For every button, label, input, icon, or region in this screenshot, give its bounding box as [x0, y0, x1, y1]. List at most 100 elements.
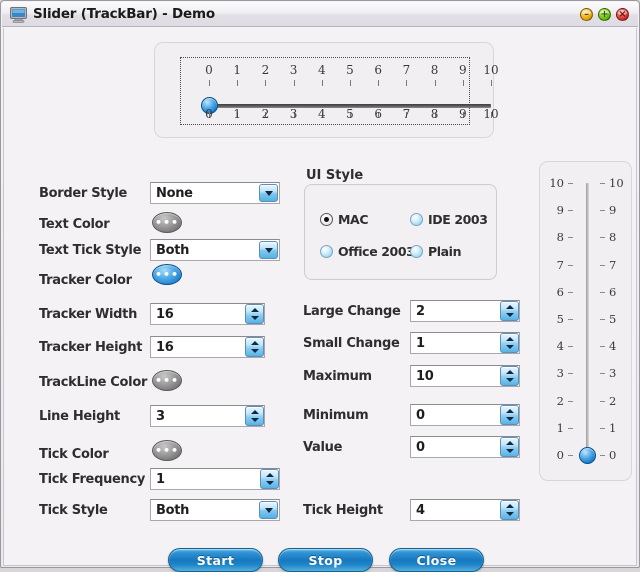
ellipsis-icon: ••• — [154, 373, 180, 387]
radio-mac[interactable]: MAC — [320, 212, 368, 227]
tick-mark-left — [568, 237, 573, 239]
tick-label-right: 9 — [609, 203, 617, 218]
tick-label-bottom: 1 — [233, 107, 241, 121]
label-large-change: Large Change — [303, 304, 401, 319]
tick-mark-right — [600, 264, 605, 266]
minimum-spinner[interactable]: 0 — [410, 404, 520, 426]
tick-label-right: 10 — [609, 176, 624, 190]
tick-mark-left — [568, 183, 573, 184]
tick-frequency-spinner[interactable]: 1 — [150, 468, 280, 490]
minimize-button[interactable]: – — [580, 8, 593, 21]
vertical-track[interactable] — [586, 183, 589, 455]
label-tracker-color: Tracker Color — [39, 273, 132, 288]
tick-mark-right — [600, 183, 605, 184]
tick-label-right: 5 — [609, 312, 617, 326]
label-text-tick-style: Text Tick Style — [39, 243, 142, 258]
chevron-down-icon[interactable] — [259, 241, 278, 259]
close-action-button[interactable]: Close — [389, 548, 484, 572]
spinner-arrows-icon[interactable] — [245, 406, 264, 426]
tracker-width-spinner[interactable]: 16 — [150, 303, 265, 325]
chevron-down-icon[interactable] — [259, 501, 278, 519]
tracker-color-picker-button[interactable]: ••• — [152, 264, 182, 285]
value-value: 0 — [416, 439, 425, 455]
tick-label-bottom: 3 — [289, 107, 298, 121]
spinner-arrows-icon[interactable] — [500, 366, 519, 386]
maximize-icon: + — [600, 9, 609, 20]
text-tick-style-value: Both — [156, 242, 190, 258]
small-change-value: 1 — [416, 335, 425, 351]
tick-mark-left — [568, 400, 573, 402]
tick-height-spinner[interactable]: 4 — [410, 499, 520, 521]
spinner-arrows-icon[interactable] — [500, 301, 519, 321]
label-trackline-color: TrackLine Color — [39, 375, 148, 390]
spinner-arrows-icon[interactable] — [245, 337, 264, 357]
large-change-value: 2 — [416, 303, 425, 319]
maximize-button[interactable]: + — [598, 8, 611, 21]
radio-dot-icon — [410, 245, 423, 258]
line-height-spinner[interactable]: 3 — [150, 405, 265, 427]
radio-ide-2003[interactable]: IDE 2003 — [410, 212, 488, 227]
close-button[interactable]: × — [616, 8, 629, 21]
radio-label: MAC — [338, 212, 369, 227]
client-area: 0 1 2 3 4 5 6 7 8 9 10 0 1 2 3 4 5 6 7 8 9 10 10 10 9 9 8 8 7 7 6 6 5 5… — [3, 28, 637, 572]
radio-office-2003[interactable]: Office 2003 — [320, 244, 415, 259]
spinner-arrows-icon[interactable] — [245, 304, 264, 324]
spinner-arrows-icon[interactable] — [500, 405, 519, 425]
label-maximum: Maximum — [303, 369, 372, 384]
tick-label-top: 6 — [374, 63, 382, 77]
tick-style-combo[interactable]: Both — [150, 499, 280, 521]
start-button[interactable]: Start — [168, 548, 263, 572]
large-change-spinner[interactable]: 2 — [410, 300, 520, 322]
spinner-arrows-icon[interactable] — [260, 469, 279, 489]
label-tick-color: Tick Color — [39, 447, 109, 462]
label-minimum: Minimum — [303, 408, 369, 423]
label-tracker-width: Tracker Width — [39, 307, 138, 322]
text-color-picker-button[interactable]: ••• — [152, 212, 182, 233]
tick-mark-left — [568, 373, 573, 375]
tick-label-right: 0 — [609, 448, 617, 462]
tick-mark-left — [568, 346, 573, 348]
tick-label-left: 6 — [556, 284, 564, 299]
tick-label-left: 7 — [556, 257, 564, 272]
tick-label-bottom: 8 — [430, 107, 439, 121]
tick-mark-right — [600, 373, 605, 375]
chevron-down-icon[interactable] — [259, 184, 278, 202]
maximum-spinner[interactable]: 10 — [410, 365, 520, 387]
spinner-arrows-icon[interactable] — [500, 500, 519, 520]
horizontal-slider-panel: 0 1 2 3 4 5 6 7 8 9 10 0 1 2 3 4 5 6 7 8 9 10 — [154, 42, 499, 138]
tick-label-top: 7 — [402, 63, 411, 77]
tick-label-top: 10 — [483, 63, 499, 77]
tracker-height-spinner[interactable]: 16 — [150, 336, 265, 358]
tick-color-picker-button[interactable]: ••• — [152, 440, 182, 461]
border-style-combo[interactable]: None — [150, 182, 280, 204]
tick-label-left: 10 — [549, 176, 564, 190]
label-tick-height: Tick Height — [303, 503, 383, 518]
tracker-width-value: 16 — [156, 306, 174, 322]
ellipsis-icon: ••• — [154, 215, 180, 229]
tick-mark-top — [491, 80, 492, 86]
tick-mark-top — [462, 80, 464, 86]
text-tick-style-combo[interactable]: Both — [150, 239, 280, 261]
tick-label-right: 6 — [609, 284, 617, 299]
tick-mark-right — [600, 346, 605, 348]
tick-label-left: 2 — [556, 393, 564, 408]
value-spinner[interactable]: 0 — [410, 436, 520, 458]
tick-mark-top — [378, 80, 380, 86]
tick-mark-left — [568, 427, 573, 429]
monitor-icon — [10, 7, 27, 23]
tick-label-bottom: 9 — [458, 107, 467, 121]
spinner-arrows-icon[interactable] — [500, 333, 519, 353]
radio-label: IDE 2003 — [428, 212, 488, 227]
tick-label-top: 1 — [233, 63, 241, 77]
stop-button[interactable]: Stop — [278, 548, 373, 572]
tick-mark-top — [237, 80, 239, 86]
radio-plain[interactable]: Plain — [410, 244, 461, 259]
vertical-thumb[interactable] — [579, 446, 596, 464]
trackline-color-picker-button[interactable]: ••• — [152, 370, 182, 391]
horizontal-trackbar[interactable]: 0 1 2 3 4 5 6 7 8 9 10 0 1 2 3 4 5 6 7 8 9 10 — [180, 57, 499, 125]
radio-label: Office 2003 — [338, 244, 415, 259]
spinner-arrows-icon[interactable] — [500, 437, 519, 457]
tick-label-bottom: 10 — [483, 107, 499, 121]
small-change-spinner[interactable]: 1 — [410, 332, 520, 354]
label-value: Value — [303, 440, 343, 455]
